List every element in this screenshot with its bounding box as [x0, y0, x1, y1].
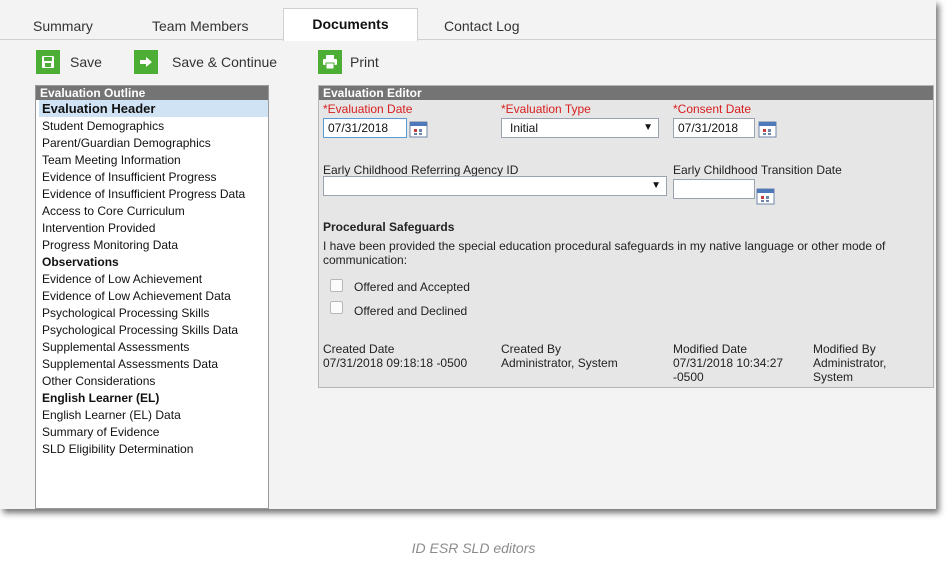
created-date-value: 07/31/2018 09:18:18 -0500	[323, 356, 468, 370]
tab-contact-log[interactable]: Contact Log	[444, 12, 520, 40]
evaluation-editor-header: Evaluation Editor	[319, 86, 933, 100]
evaluation-type-select[interactable]: Initial ▼	[501, 118, 659, 138]
offered-declined-label: Offered and Declined	[354, 304, 468, 318]
tab-team-members[interactable]: Team Members	[152, 12, 248, 40]
modified-by-value: Administrator, System	[813, 356, 887, 384]
evaluation-editor-panel: Evaluation Editor *Evaluation Date *Eval…	[318, 85, 934, 388]
modified-date-value: 07/31/2018 10:34:27 -0500	[673, 356, 784, 384]
created-by-value: Administrator, System	[501, 356, 618, 370]
print-label: Print	[350, 54, 379, 70]
save-label: Save	[70, 54, 102, 70]
tab-documents[interactable]: Documents	[283, 8, 418, 41]
print-button[interactable]: Print	[318, 50, 379, 74]
referring-agency-label: Early Childhood Referring Agency ID	[323, 163, 519, 177]
outline-item[interactable]: Supplemental Assessments	[39, 338, 268, 355]
referring-agency-select[interactable]: ▼	[323, 176, 667, 196]
arrow-right-icon	[134, 50, 158, 74]
floppy-disk-icon	[36, 50, 60, 74]
outline-item[interactable]: SLD Eligibility Determination	[39, 440, 268, 457]
created-by-label: Created By	[501, 342, 562, 356]
save-button[interactable]: Save	[36, 50, 102, 74]
outline-item[interactable]: Evidence of Insufficient Progress Data	[39, 185, 268, 202]
evaluation-date-input[interactable]: 07/31/2018	[323, 118, 407, 138]
printer-icon	[318, 50, 342, 74]
transition-date-label: Early Childhood Transition Date	[673, 163, 842, 177]
image-caption: ID ESR SLD editors	[411, 540, 536, 556]
dropdown-arrow-icon: ▼	[643, 122, 653, 133]
modified-date-label: Modified Date	[673, 342, 748, 356]
tab-summary[interactable]: Summary	[33, 12, 93, 40]
outline-item[interactable]: Parent/Guardian Demographics	[39, 134, 268, 151]
toolbar: Save Save & Continue Print	[0, 40, 936, 82]
outline-item[interactable]: Access to Core Curriculum	[39, 202, 268, 219]
consent-date-input[interactable]: 07/31/2018	[673, 118, 755, 138]
outline-item[interactable]: Evaluation Header	[39, 100, 268, 117]
dropdown-arrow-icon: ▼	[651, 180, 661, 191]
outline-item[interactable]: Team Meeting Information	[39, 151, 268, 168]
outline-item[interactable]: Evidence of Insufficient Progress	[39, 168, 268, 185]
outline-item[interactable]: Psychological Processing Skills Data	[39, 321, 268, 338]
offered-accepted-label: Offered and Accepted	[354, 280, 470, 294]
outline-item[interactable]: Progress Monitoring Data	[39, 236, 268, 253]
outline-item[interactable]: Other Considerations	[39, 372, 268, 389]
save-continue-button[interactable]: Save & Continue	[134, 50, 277, 74]
procedural-safeguards-heading: Procedural Safeguards	[323, 220, 455, 234]
outline-item[interactable]: English Learner (EL)	[39, 389, 268, 406]
tab-bar: Summary Team Members Documents Contact L…	[0, 0, 936, 41]
outline-item[interactable]: Evidence of Low Achievement Data	[39, 287, 268, 304]
outline-item[interactable]: Intervention Provided	[39, 219, 268, 236]
evaluation-outline-panel: Evaluation Outline Evaluation Header Stud…	[35, 85, 269, 509]
calendar-icon[interactable]	[756, 187, 776, 205]
evaluation-type-value: Initial	[510, 121, 539, 135]
app-window: Summary Team Members Documents Contact L…	[0, 0, 936, 509]
outline-item[interactable]: Student Demographics	[39, 117, 268, 134]
offered-declined-checkbox[interactable]	[330, 301, 343, 314]
outline-item[interactable]: Evidence of Low Achievement	[39, 270, 268, 287]
evaluation-date-label: *Evaluation Date	[323, 102, 413, 116]
evaluation-outline-header: Evaluation Outline	[36, 86, 268, 100]
procedural-safeguards-text: I have been provided the special educati…	[323, 239, 886, 267]
evaluation-type-label: *Evaluation Type	[501, 102, 591, 116]
created-date-label: Created Date	[323, 342, 395, 356]
outline-item[interactable]: English Learner (EL) Data	[39, 406, 268, 423]
consent-date-label: *Consent Date	[673, 102, 752, 116]
outline-list: Evaluation Header Student Demographics Par…	[36, 100, 268, 457]
outline-item[interactable]: Summary of Evidence	[39, 423, 268, 440]
outline-item[interactable]: Psychological Processing Skills	[39, 304, 268, 321]
calendar-icon[interactable]	[758, 120, 778, 138]
offered-accepted-checkbox[interactable]	[330, 279, 343, 292]
modified-by-label: Modified By	[813, 342, 876, 356]
transition-date-input[interactable]	[673, 179, 755, 199]
calendar-icon[interactable]	[409, 120, 429, 138]
outline-item[interactable]: Supplemental Assessments Data	[39, 355, 268, 372]
outline-item[interactable]: Observations	[39, 253, 268, 270]
save-continue-label: Save & Continue	[172, 54, 278, 70]
